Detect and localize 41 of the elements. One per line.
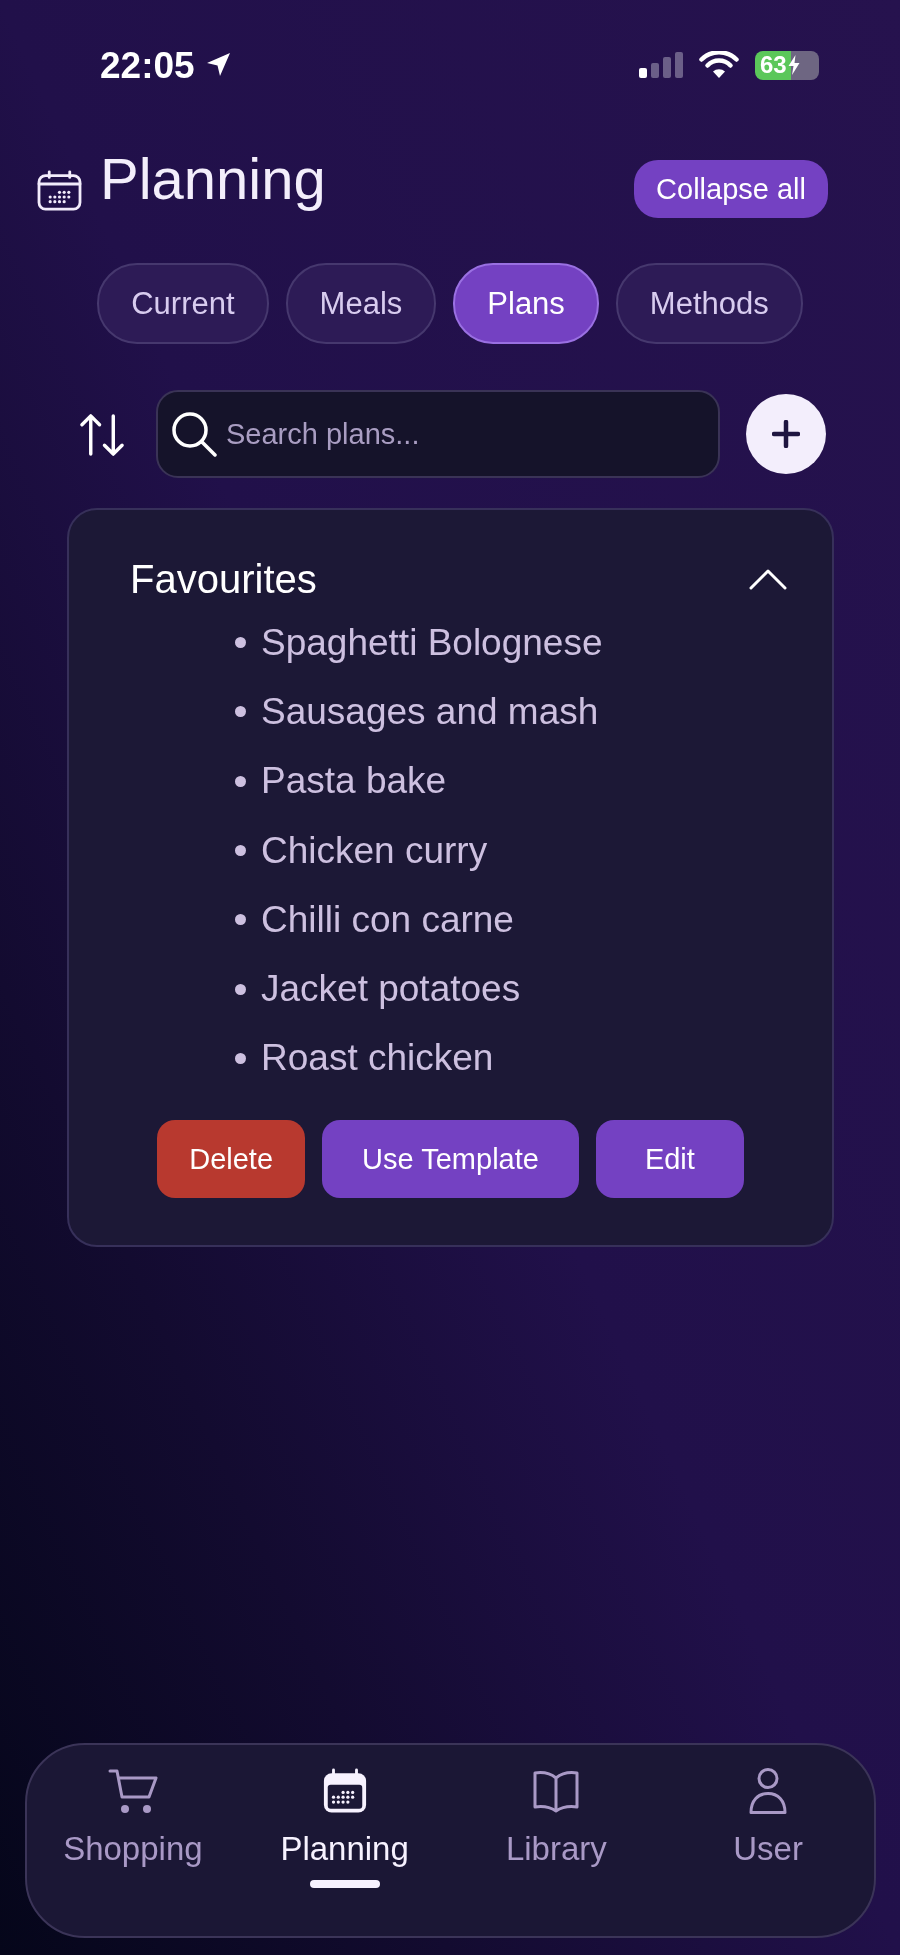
calendar-icon bbox=[37, 170, 82, 211]
active-indicator bbox=[309, 1880, 380, 1888]
bullet-icon bbox=[235, 637, 246, 649]
battery-percent: 63 bbox=[760, 53, 787, 77]
search-field[interactable]: Search plans... bbox=[156, 390, 720, 478]
filter-tab[interactable]: Meals bbox=[285, 263, 437, 344]
meal-item: Jacket potatoes bbox=[261, 967, 521, 1012]
chevron-up-icon[interactable] bbox=[749, 568, 787, 590]
meal-item: Sausages and mash bbox=[261, 689, 599, 734]
bullet-icon bbox=[235, 983, 246, 995]
meal-item: Chilli con carne bbox=[261, 897, 514, 942]
bullet-icon bbox=[235, 914, 246, 926]
nav-tab[interactable]: Planning bbox=[280, 1767, 409, 1870]
bullet-icon bbox=[235, 1052, 246, 1064]
bullet-icon bbox=[235, 706, 246, 718]
signal-icon bbox=[639, 52, 683, 78]
meal-item: Chicken curry bbox=[261, 828, 488, 873]
collapse-all-button[interactable]: Collapse all bbox=[634, 160, 828, 218]
person-icon bbox=[748, 1767, 789, 1815]
plus-icon bbox=[772, 420, 800, 448]
meal-item: Spaghetti Bolognese bbox=[261, 620, 603, 665]
cart-icon bbox=[107, 1767, 158, 1815]
search-icon bbox=[171, 411, 217, 457]
use-template-button[interactable]: Use Template bbox=[322, 1120, 579, 1199]
status-time: 22:05 bbox=[100, 46, 195, 84]
plan-title: Favourites bbox=[130, 556, 317, 603]
edit-button[interactable]: Edit bbox=[595, 1120, 744, 1199]
filter-tab[interactable]: Methods bbox=[615, 263, 803, 344]
nav-tab[interactable]: Shopping bbox=[63, 1767, 203, 1870]
calendar-icon bbox=[321, 1767, 368, 1815]
meal-item: Pasta bake bbox=[261, 759, 447, 804]
meal-item: Roast chicken bbox=[261, 1036, 494, 1081]
nav-tab[interactable]: Library bbox=[505, 1767, 607, 1870]
nav-tab[interactable]: User bbox=[733, 1767, 803, 1870]
delete-button[interactable]: Delete bbox=[157, 1120, 306, 1199]
wifi-icon bbox=[699, 51, 739, 79]
bullet-icon bbox=[235, 845, 246, 857]
book-icon bbox=[532, 1769, 581, 1814]
bullet-icon bbox=[235, 775, 246, 787]
filter-tab[interactable]: Current bbox=[97, 263, 269, 344]
filter-tab[interactable]: Plans bbox=[453, 263, 599, 344]
